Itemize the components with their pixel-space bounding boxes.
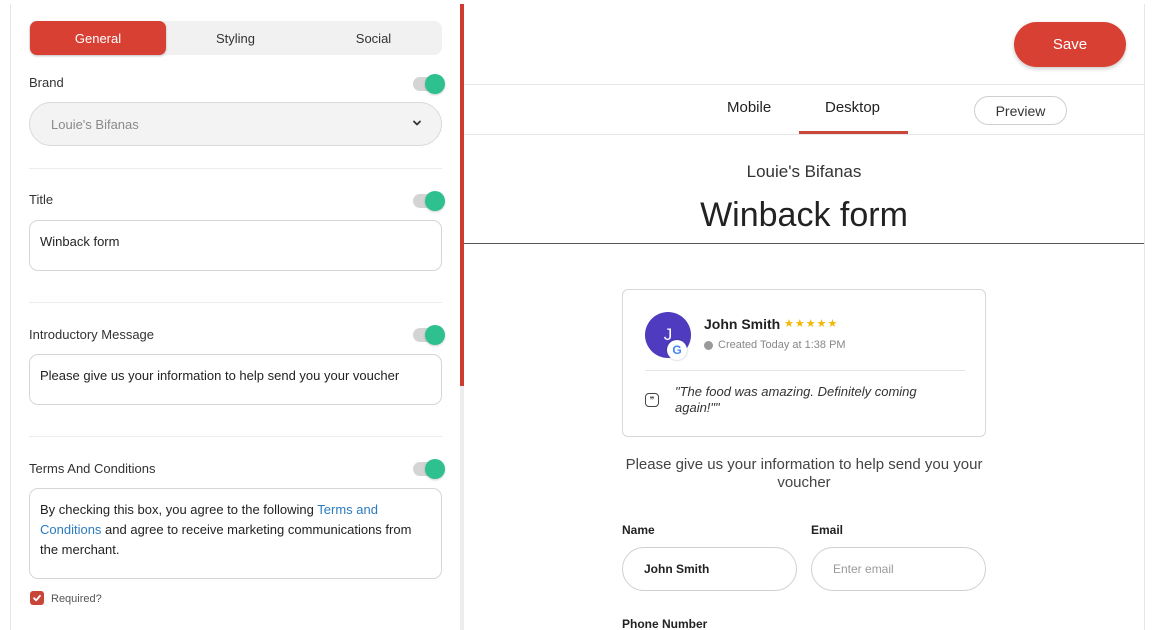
- section-divider: [29, 302, 442, 303]
- terms-label: Terms And Conditions: [29, 461, 156, 476]
- tabs-divider: [464, 134, 1144, 135]
- brand-select[interactable]: Louie's Bifanas: [29, 102, 442, 146]
- tab-social[interactable]: Social: [305, 21, 442, 55]
- name-label: Name: [622, 523, 655, 537]
- quote-icon: ❞: [645, 393, 659, 407]
- review-timestamp: Created Today at 1:38 PM: [704, 339, 846, 351]
- preview-panel: Save Mobile Desktop Preview Louie's Bifa…: [464, 4, 1144, 630]
- title-divider: [464, 243, 1144, 244]
- terms-text-before: By checking this box, you agree to the f…: [40, 502, 318, 517]
- email-label: Email: [811, 523, 844, 537]
- name-field[interactable]: John Smith: [622, 547, 797, 591]
- chevron-down-icon: [413, 120, 421, 126]
- review-quote: "The food was amazing. Definitely coming…: [675, 384, 917, 415]
- intro-toggle[interactable]: [413, 325, 445, 345]
- terms-toggle[interactable]: [413, 459, 445, 479]
- section-divider: [29, 436, 442, 437]
- toggle-knob: [425, 459, 445, 479]
- brand-label: Brand: [29, 75, 64, 90]
- review-card: J G John Smith ★★★★★ Created Today at 1:…: [622, 289, 986, 437]
- tab-mobile[interactable]: Mobile: [727, 99, 771, 116]
- star-rating: ★★★★★: [784, 318, 839, 330]
- settings-panel: General Styling Social Brand Louie's Bif…: [11, 4, 460, 630]
- brand-select-value: Louie's Bifanas: [51, 116, 139, 132]
- tab-styling[interactable]: Styling: [167, 21, 304, 55]
- preview-button[interactable]: Preview: [974, 96, 1067, 125]
- intro-label: Introductory Message: [29, 327, 155, 342]
- title-label: Title: [29, 192, 54, 207]
- card-divider: [645, 370, 965, 371]
- save-button[interactable]: Save: [1014, 22, 1126, 67]
- terms-textarea[interactable]: By checking this box, you agree to the f…: [29, 488, 442, 579]
- required-checkbox[interactable]: [30, 591, 44, 605]
- reviewer-name: John Smith: [704, 316, 781, 332]
- toggle-knob: [425, 325, 445, 345]
- tab-general[interactable]: General: [30, 21, 166, 55]
- preview-intro: Please give us your information to help …: [625, 456, 983, 491]
- google-icon: G: [667, 340, 687, 360]
- created-text: Created Today at 1:38 PM: [718, 339, 846, 351]
- header-divider: [464, 84, 1144, 85]
- phone-label: Phone Number: [622, 617, 708, 630]
- preview-brand-name: Louie's Bifanas: [746, 162, 862, 181]
- clock-icon: [704, 340, 713, 350]
- settings-tabs: General Styling Social: [29, 21, 442, 55]
- preview-form-title: Winback form: [700, 196, 908, 234]
- toggle-knob: [425, 191, 445, 211]
- required-label: Required?: [51, 593, 102, 605]
- title-toggle[interactable]: [413, 191, 445, 211]
- email-field[interactable]: Enter email: [811, 547, 986, 591]
- title-input[interactable]: Winback form: [29, 220, 442, 271]
- tab-desktop[interactable]: Desktop: [825, 99, 880, 116]
- toggle-knob: [425, 74, 445, 94]
- intro-textarea[interactable]: Please give us your information to help …: [29, 354, 442, 405]
- brand-toggle[interactable]: [413, 74, 445, 94]
- check-icon: [33, 594, 41, 602]
- section-divider: [29, 168, 442, 169]
